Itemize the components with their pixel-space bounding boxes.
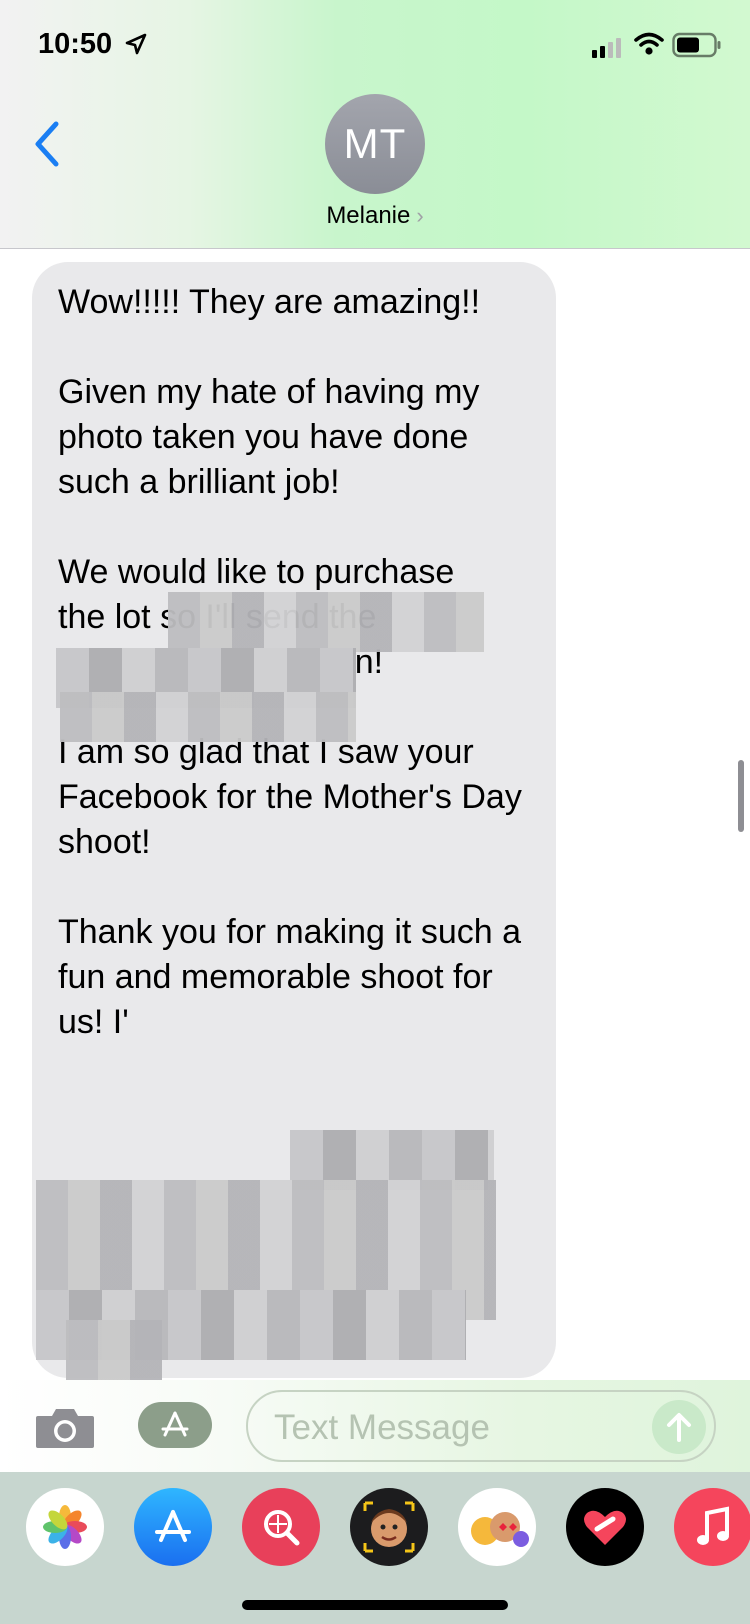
redacted-region — [60, 692, 356, 742]
digital-touch-icon[interactable] — [566, 1488, 644, 1566]
contact-name-button[interactable]: Melanie › — [0, 202, 750, 230]
memoji-face-icon — [363, 1501, 415, 1553]
message-composer: Text Message — [0, 1380, 750, 1472]
message-paragraph: I am so glad that I saw your Facebook fo… — [58, 733, 522, 861]
redacted-region — [168, 592, 484, 652]
arrow-up-icon — [667, 1413, 691, 1442]
conversation-header: MT Melanie › — [0, 90, 750, 248]
app-store-a-icon — [155, 1510, 191, 1542]
home-indicator[interactable] — [242, 1600, 508, 1610]
music-icon[interactable] — [674, 1488, 750, 1566]
images-search-icon[interactable] — [242, 1488, 320, 1566]
scroll-indicator[interactable] — [738, 760, 744, 832]
chevron-right-icon: › — [416, 203, 424, 228]
music-note-icon — [697, 1506, 729, 1545]
camera-icon[interactable] — [34, 1404, 96, 1450]
message-paragraph: Given my hate of having my photo taken y… — [58, 373, 480, 501]
message-paragraph: Wow!!!!! They are amazing!! — [58, 283, 481, 321]
status-bar: 10:50 — [0, 0, 750, 90]
header-divider — [0, 248, 750, 249]
animoji-icon[interactable] — [458, 1488, 536, 1566]
battery-icon — [672, 32, 721, 58]
cellular-signal-icon — [592, 38, 621, 58]
back-chevron-icon[interactable] — [32, 120, 62, 168]
memoji-stickers-icon[interactable] — [350, 1488, 428, 1566]
photos-flower-icon — [43, 1505, 87, 1549]
photos-icon[interactable] — [26, 1488, 104, 1566]
app-store-icon[interactable] — [134, 1488, 212, 1566]
app-store-glyph-icon — [161, 1411, 189, 1437]
send-button[interactable] — [652, 1400, 706, 1454]
contact-name: Melanie — [326, 202, 411, 229]
animoji-faces-icon — [471, 1512, 529, 1547]
text-message-placeholder: Text Message — [274, 1408, 490, 1447]
avatar-initials: MT — [343, 120, 407, 167]
contact-avatar[interactable]: MT — [325, 94, 425, 194]
message-paragraph: Thank you for making it such a fun and m… — [58, 913, 522, 1041]
text-message-input[interactable]: Text Message — [246, 1390, 716, 1462]
wifi-icon — [634, 32, 664, 55]
heart-touch-icon — [584, 1510, 626, 1545]
magnifier-globe-icon — [264, 1510, 300, 1546]
app-store-button[interactable] — [138, 1402, 212, 1448]
status-time: 10:50 — [38, 28, 113, 60]
location-arrow-icon — [125, 33, 147, 55]
